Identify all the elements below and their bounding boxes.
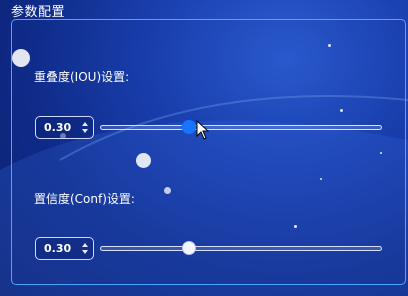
spin-down-arrow-icon[interactable]: [82, 129, 88, 133]
conf-spin-arrows[interactable]: [80, 240, 90, 257]
panel-title: 参数配置: [11, 5, 66, 20]
spin-up-arrow-icon[interactable]: [82, 122, 88, 126]
conf-spinbox[interactable]: 0.30: [35, 237, 94, 260]
iou-slider-track[interactable]: [100, 125, 382, 130]
spin-up-arrow-icon[interactable]: [82, 243, 88, 247]
mouse-pointer-icon: [196, 120, 210, 140]
conf-label: 置信度(Conf)设置:: [34, 192, 135, 206]
iou-label: 重叠度(IOU)设置:: [34, 70, 130, 84]
spin-down-arrow-icon[interactable]: [82, 250, 88, 254]
iou-spinbox-value[interactable]: 0.30: [44, 121, 71, 134]
conf-slider-thumb[interactable]: [182, 241, 196, 255]
iou-spin-arrows[interactable]: [80, 119, 90, 136]
conf-slider-track[interactable]: [100, 246, 382, 251]
iou-spinbox[interactable]: 0.30: [35, 116, 94, 139]
conf-spinbox-value[interactable]: 0.30: [44, 242, 71, 255]
iou-slider-thumb[interactable]: [182, 120, 196, 134]
